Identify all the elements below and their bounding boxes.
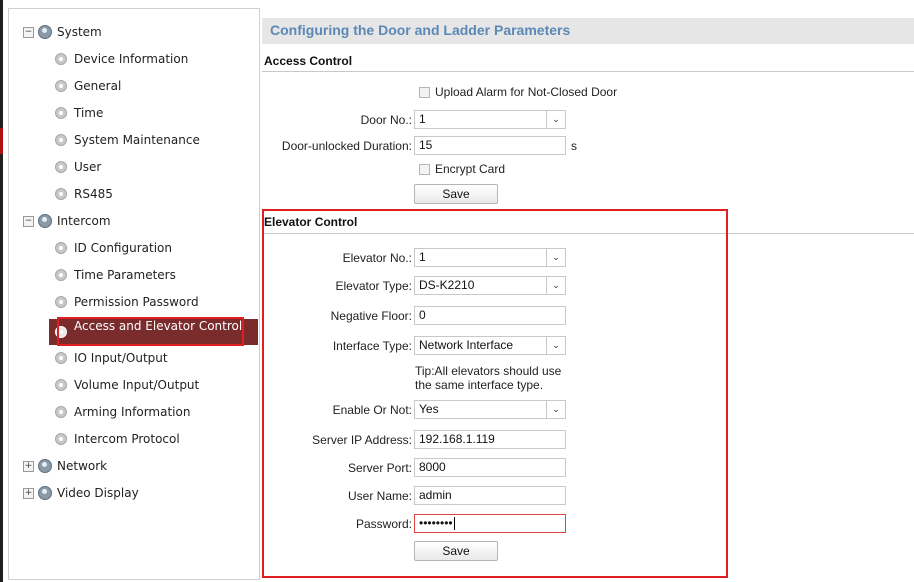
gear-icon: [55, 433, 67, 445]
door-unlocked-duration-input[interactable]: 15: [414, 136, 566, 155]
gear-icon: [55, 161, 67, 173]
page-title-bar: Configuring the Door and Ladder Paramete…: [262, 18, 914, 44]
door-no-label: Door No.:: [360, 113, 412, 127]
tree-item-time-parameters[interactable]: Time Parameters: [9, 262, 257, 288]
system-globe-icon: [38, 25, 52, 39]
gear-icon: [55, 242, 67, 254]
collapse-toggle-icon[interactable]: −: [23, 27, 34, 38]
tree-group-label: Video Display: [57, 486, 139, 500]
tree-item-arming-information[interactable]: Arming Information: [9, 399, 257, 425]
window-left-edge: [0, 0, 3, 582]
tree-group-video-display[interactable]: + Video Display: [9, 480, 257, 506]
gear-icon: [55, 379, 67, 391]
access-control-section-title: Access Control: [264, 54, 353, 68]
tree-item-label: IO Input/Output: [74, 351, 168, 365]
gear-icon: [55, 269, 67, 281]
encrypt-card-checkbox[interactable]: [419, 164, 430, 175]
upload-alarm-checkbox[interactable]: [419, 87, 430, 98]
upload-alarm-label: Upload Alarm for Not-Closed Door: [435, 85, 618, 99]
gear-icon: [55, 352, 67, 364]
gear-icon: [55, 107, 67, 119]
gear-icon: [55, 406, 67, 418]
collapse-toggle-icon[interactable]: −: [23, 216, 34, 227]
tree-item-id-configuration[interactable]: ID Configuration: [9, 235, 257, 261]
tree-item-system-maintenance[interactable]: System Maintenance: [9, 127, 257, 153]
tree-item-label: Device Information: [74, 52, 189, 66]
tree-group-network[interactable]: + Network: [9, 453, 257, 479]
gear-icon: [55, 53, 67, 65]
door-no-select[interactable]: 1 ⌄: [414, 110, 566, 129]
tree-item-intercom-protocol[interactable]: Intercom Protocol: [9, 426, 257, 452]
tree-item-label: ID Configuration: [74, 241, 172, 255]
page-title: Configuring the Door and Ladder Paramete…: [270, 22, 571, 38]
tree-item-permission-password[interactable]: Permission Password: [9, 289, 257, 315]
tree-item-label: Time: [74, 106, 104, 120]
tree-item-label: Permission Password: [74, 295, 199, 309]
door-no-value: 1: [419, 112, 426, 126]
tree-item-label: System Maintenance: [74, 133, 200, 147]
tree-item-general[interactable]: General: [9, 73, 257, 99]
tree-item-volume-input-output[interactable]: Volume Input/Output: [9, 372, 257, 398]
tree-item-io-input-output[interactable]: IO Input/Output: [9, 345, 257, 371]
tree-item-time[interactable]: Time: [9, 100, 257, 126]
tree-item-label: Volume Input/Output: [74, 378, 200, 392]
video-display-globe-icon: [38, 486, 52, 500]
section-divider: [262, 71, 914, 72]
tree-item-user[interactable]: User: [9, 154, 257, 180]
tree-item-rs485[interactable]: RS485: [9, 181, 257, 207]
tree-group-label: Network: [57, 459, 108, 473]
access-save-button[interactable]: Save: [414, 184, 498, 204]
network-globe-icon: [38, 459, 52, 473]
chevron-down-icon: ⌄: [546, 111, 565, 128]
tree-group-label: System: [57, 25, 102, 39]
gear-icon: [55, 80, 67, 92]
window-edge-marker: [0, 128, 3, 154]
tree-group-intercom[interactable]: − Intercom: [9, 208, 257, 234]
tree-item-label: RS485: [74, 187, 113, 201]
duration-unit: s: [571, 139, 577, 153]
intercom-globe-icon: [38, 214, 52, 228]
gear-icon: [55, 188, 67, 200]
selection-highlight-outline: [57, 317, 244, 346]
elevator-control-highlight-box: [262, 209, 728, 578]
navigation-tree: − System Device Information General Time…: [8, 8, 260, 580]
tree-item-device-information[interactable]: Device Information: [9, 46, 257, 72]
expand-toggle-icon[interactable]: +: [23, 488, 34, 499]
tree-item-label: General: [74, 79, 122, 93]
door-unlocked-duration-label: Door-unlocked Duration:: [281, 139, 412, 153]
gear-icon: [55, 296, 67, 308]
expand-toggle-icon[interactable]: +: [23, 461, 34, 472]
tree-group-label: Intercom: [57, 214, 111, 228]
encrypt-card-label: Encrypt Card: [435, 162, 506, 176]
tree-item-label: Time Parameters: [74, 268, 176, 282]
tree-group-system[interactable]: − System: [9, 19, 257, 45]
tree-item-label: Intercom Protocol: [74, 432, 180, 446]
tree-item-label: Arming Information: [74, 405, 191, 419]
tree-item-label: User: [74, 160, 102, 174]
gear-icon: [55, 134, 67, 146]
